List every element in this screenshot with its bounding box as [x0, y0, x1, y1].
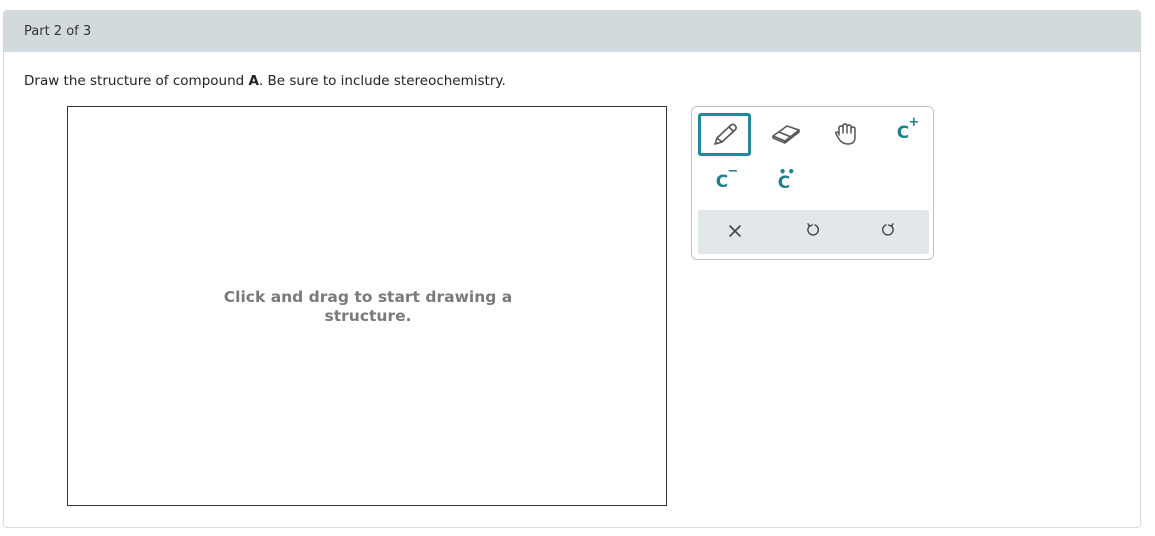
canvas-hint-line1: Click and drag to start drawing a [223, 288, 513, 306]
carbanion-tool-button[interactable]: C − [698, 162, 746, 202]
carbene-icon: •• C [778, 166, 795, 192]
hand-icon [832, 120, 860, 148]
canvas-hint: Click and drag to start drawing a struct… [68, 288, 668, 326]
instructions-text-after: . Be sure to include stereochemistry. [258, 73, 506, 89]
carbene-tool-button[interactable]: •• C [760, 163, 808, 203]
question-instructions: Draw the structure of compound A. Be sur… [24, 73, 506, 89]
question-card: Part 2 of 3 Draw the structure of compou… [3, 10, 1141, 528]
eraser-tool-button[interactable] [762, 114, 810, 154]
canvas-hint-line2: structure. [324, 307, 412, 325]
compound-label: A [248, 73, 259, 89]
part-label: Part 2 of 3 [24, 24, 92, 39]
hand-tool-button[interactable] [822, 114, 870, 154]
eraser-icon [770, 122, 802, 146]
card-header: Part 2 of 3 [4, 11, 1140, 52]
redo-icon [880, 222, 896, 242]
action-bar [698, 210, 929, 254]
carbocation-sign: + [908, 114, 920, 130]
redo-button[interactable] [868, 210, 908, 254]
drawing-toolbar: C + C − •• C [691, 106, 934, 260]
carbene-dots: •• [778, 164, 797, 179]
carbanion-icon: C − [716, 165, 738, 191]
undo-icon [805, 222, 821, 242]
instructions-text-before: Draw the structure of compound [24, 73, 249, 89]
carbanion-sign: − [727, 163, 739, 179]
carbocation-icon: C + [897, 116, 919, 142]
clear-icon [728, 223, 742, 242]
clear-button[interactable] [715, 210, 755, 254]
pencil-tool-button[interactable] [698, 113, 751, 156]
drawing-canvas[interactable]: Click and drag to start drawing a struct… [67, 106, 667, 506]
undo-button[interactable] [793, 210, 833, 254]
pencil-icon [710, 122, 740, 148]
carbocation-tool-button[interactable]: C + [879, 113, 927, 153]
